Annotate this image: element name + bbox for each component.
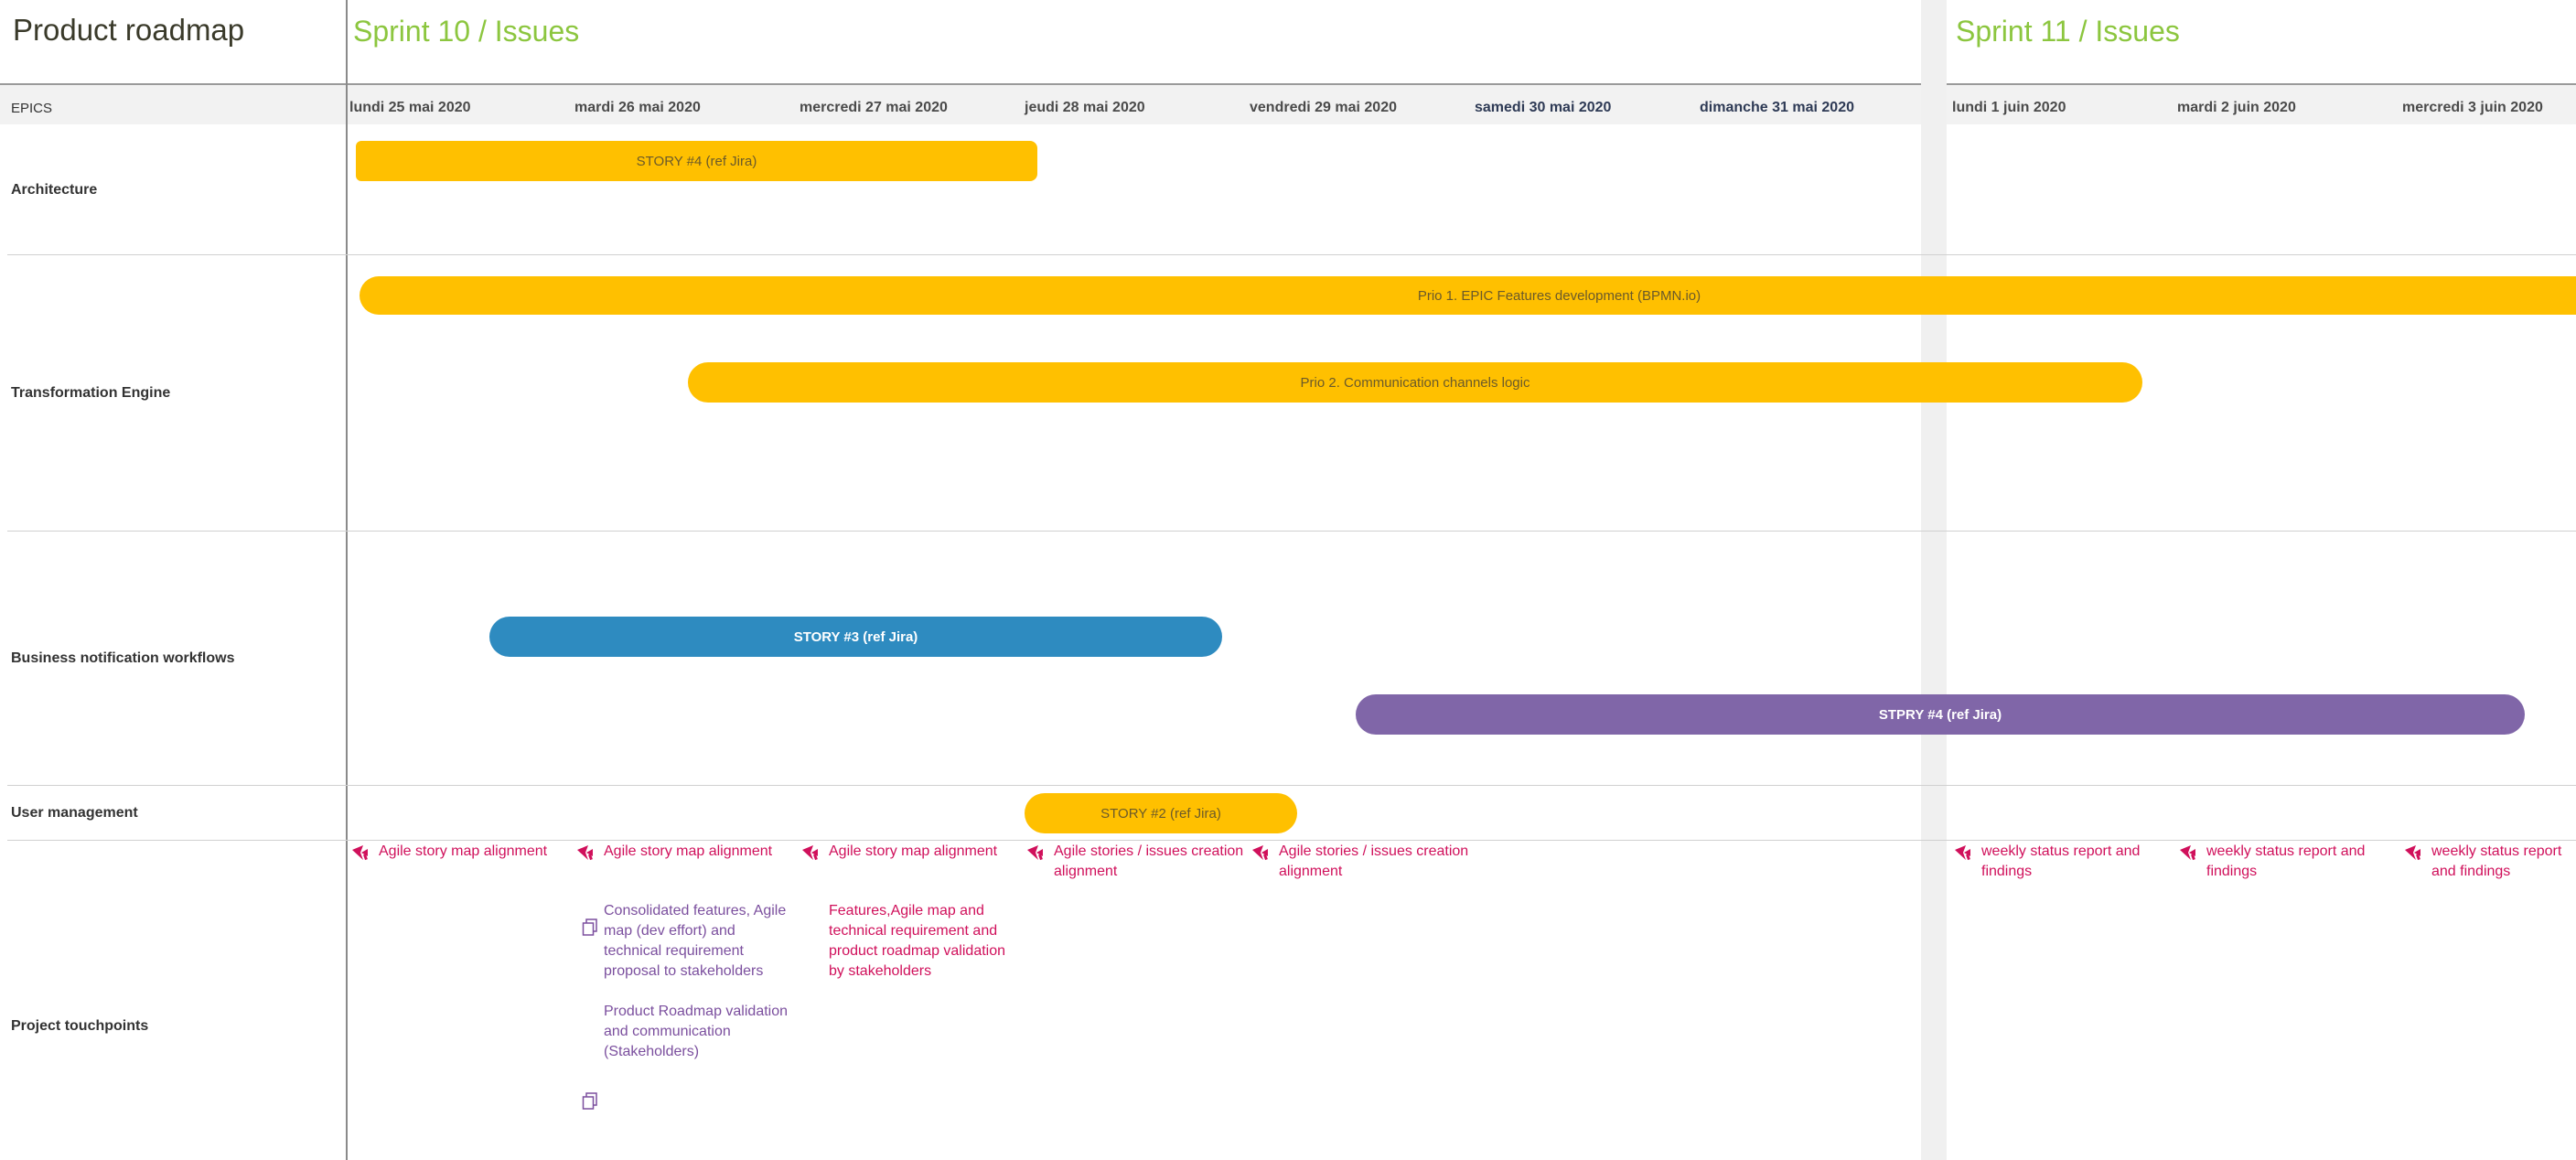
megaphone-icon [1027, 845, 1043, 861]
touchpoint-text: Agile stories / issues creation alignmen… [1279, 843, 1469, 879]
bar-label: STORY #4 (ref Jira) [636, 153, 757, 169]
bar-label: STPRY #4 (ref Jira) [1878, 706, 2002, 723]
touchpoint-item[interactable]: Agile story map alignment [574, 842, 794, 864]
touchpoint-text: weekly status report and findings [2431, 843, 2562, 879]
row-label-transformation-engine[interactable]: Transformation Engine [11, 385, 170, 402]
date-header: lundi 25 mai 2020 [349, 100, 471, 115]
epic-bar[interactable]: Prio 1. EPIC Features development (BPMN.… [360, 276, 2576, 315]
date-header: mercredi 27 mai 2020 [800, 100, 948, 115]
date-header: lundi 1 juin 2020 [1952, 100, 2066, 115]
row-label-business-notification-workflows[interactable]: Business notification workflows [11, 650, 234, 667]
bar-label: STORY #3 (ref Jira) [793, 628, 918, 645]
touchpoint-item[interactable]: Agile story map alignment [800, 842, 1019, 864]
row-separator [7, 531, 2576, 532]
date-header-weekend: dimanche 31 mai 2020 [1700, 100, 1854, 115]
touchpoint-text: weekly status report and findings [1981, 843, 2141, 879]
touchpoint-text: weekly status report and findings [2206, 843, 2366, 879]
sprint-10-title[interactable]: Sprint 10 / Issues [353, 15, 579, 48]
header-divider [0, 83, 2576, 85]
touchpoint-item[interactable]: Agile stories / issues creation alignmen… [1250, 842, 1469, 882]
touchpoint-text: Agile story map alignment [379, 843, 548, 859]
megaphone-icon [1955, 845, 1970, 861]
sprint-11-title[interactable]: Sprint 11 / Issues [1956, 15, 2180, 48]
row-separator [7, 254, 2576, 255]
epic-bar[interactable]: Prio 2. Communication channels logic [688, 362, 2142, 403]
megaphone-icon [2405, 845, 2420, 861]
touchpoint-item[interactable]: weekly status report and findings [1952, 842, 2172, 882]
touchpoint-item[interactable]: Agile story map alignment [349, 842, 569, 864]
date-header: jeudi 28 mai 2020 [1025, 100, 1145, 115]
bar-label: STORY #2 (ref Jira) [1100, 805, 1221, 822]
row-separator [7, 785, 2576, 786]
bar-label: Prio 2. Communication channels logic [1300, 374, 1530, 391]
touchpoint-item[interactable]: weekly status report and findings [2402, 842, 2576, 882]
date-header: mardi 26 mai 2020 [574, 100, 701, 115]
megaphone-icon [577, 845, 593, 861]
date-header: mardi 2 juin 2020 [2177, 100, 2296, 115]
row-separator [7, 840, 2576, 841]
note-roadmap-validation: Product Roadmap validation and communica… [604, 1004, 789, 1059]
date-header-weekend: samedi 30 mai 2020 [1475, 100, 1612, 115]
document-copy-icon[interactable] [582, 918, 598, 937]
story-bar[interactable]: STORY #3 (ref Jira) [489, 617, 1222, 657]
row-label-user-management[interactable]: User management [11, 805, 138, 822]
touchpoint-item[interactable]: weekly status report and findings [2177, 842, 2397, 882]
note-consolidated-features: Consolidated features, Agile map (dev ef… [604, 903, 787, 979]
date-header: vendredi 29 mai 2020 [1250, 100, 1397, 115]
megaphone-icon [2180, 845, 2195, 861]
document-copy-icon[interactable] [582, 1092, 598, 1111]
date-header: mercredi 3 juin 2020 [2402, 100, 2543, 115]
story-bar[interactable]: STPRY #4 (ref Jira) [1356, 694, 2525, 735]
row-label-architecture[interactable]: Architecture [11, 182, 97, 199]
story-bar[interactable]: STORY #2 (ref Jira) [1025, 793, 1297, 833]
sprint-gap-column [1921, 0, 1947, 1160]
page-title: Product roadmap [13, 13, 245, 47]
row-label-project-touchpoints[interactable]: Project touchpoints [11, 1018, 148, 1035]
touchpoint-item[interactable]: Agile stories / issues creation alignmen… [1025, 842, 1244, 882]
touchpoint-text: Agile story map alignment [829, 843, 998, 859]
megaphone-icon [352, 845, 368, 861]
bar-label: Prio 1. EPIC Features development (BPMN.… [1417, 287, 1701, 304]
story-bar[interactable]: STORY #4 (ref Jira) [356, 141, 1037, 181]
touchpoint-text: Agile stories / issues creation alignmen… [1054, 843, 1244, 879]
epics-column-divider [346, 0, 348, 1160]
epics-header: EPICS [11, 101, 53, 116]
note-features-validation: Features,Agile map and technical require… [829, 903, 1006, 979]
megaphone-icon [802, 845, 818, 861]
megaphone-icon [1252, 845, 1268, 861]
touchpoint-text: Agile story map alignment [604, 843, 773, 859]
